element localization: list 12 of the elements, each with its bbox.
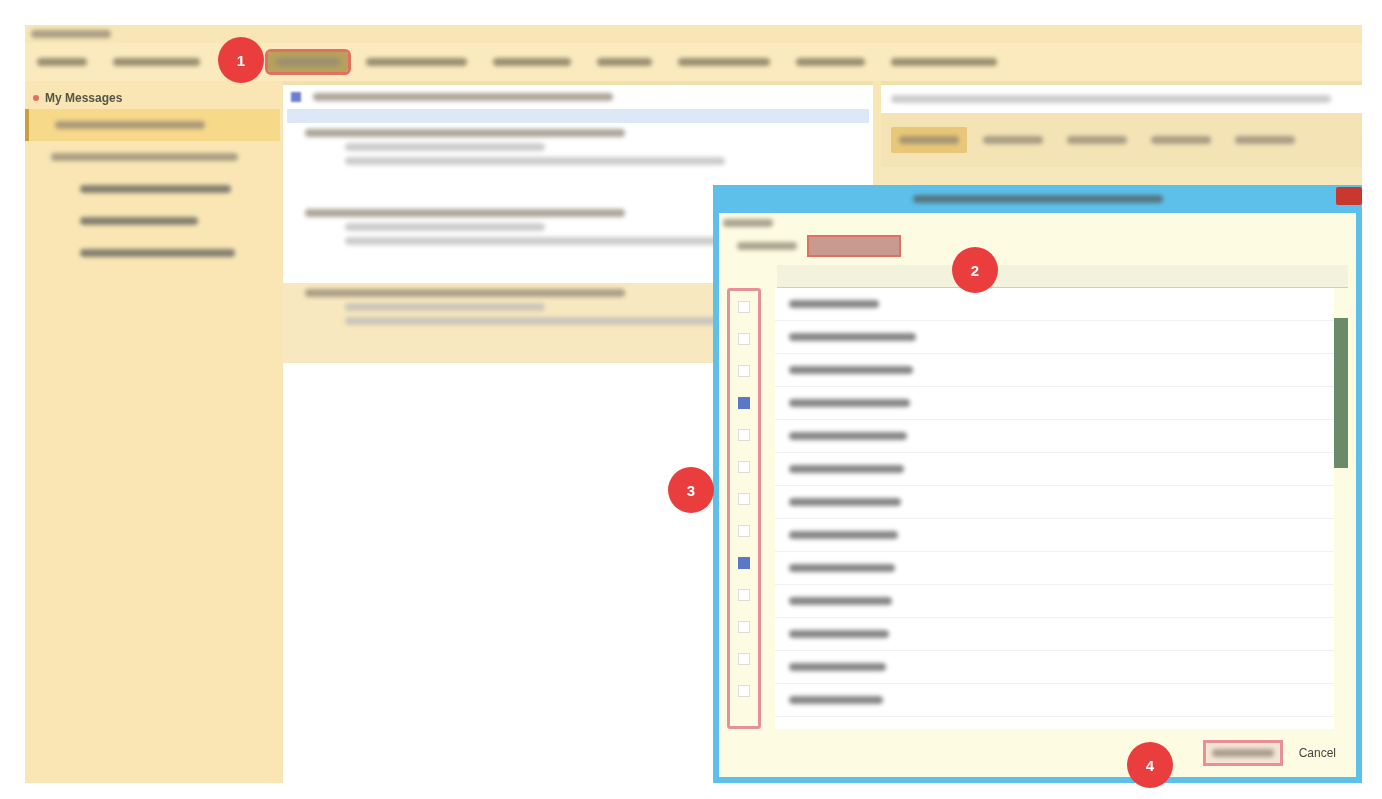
blurred-text — [723, 219, 773, 227]
cancel-button[interactable]: Cancel — [1292, 745, 1342, 761]
toolbar-button[interactable] — [268, 52, 348, 72]
checkbox[interactable] — [738, 397, 750, 409]
sidebar-item[interactable] — [25, 109, 280, 141]
detail-tab[interactable] — [891, 127, 967, 153]
folder-icon — [33, 95, 39, 101]
blurred-text — [737, 242, 797, 250]
folder-title: My Messages — [45, 91, 123, 105]
checkbox[interactable] — [738, 557, 750, 569]
filter-button[interactable] — [807, 235, 901, 257]
ok-button[interactable] — [1202, 740, 1283, 766]
